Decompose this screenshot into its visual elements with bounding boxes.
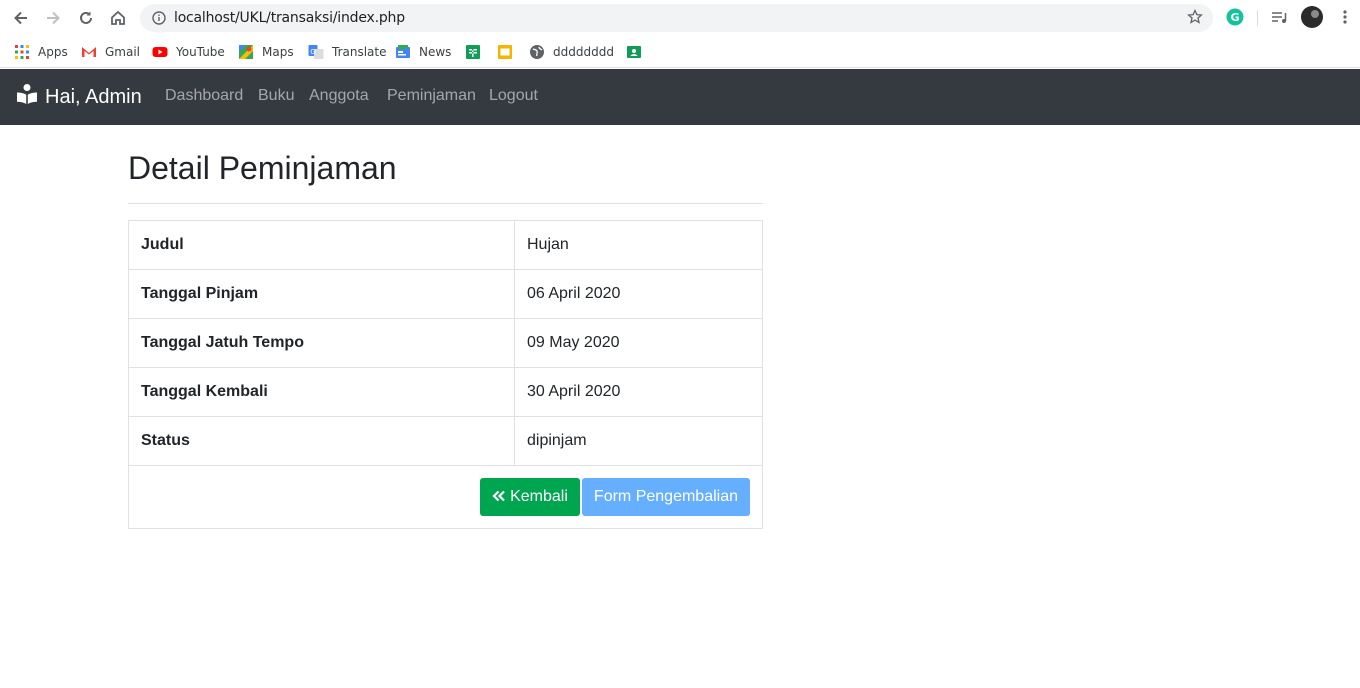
- row-label-tanggal-kembali: Tanggal Kembali: [128, 367, 515, 417]
- actions-cell: Kembali Form Pengembalian: [128, 465, 763, 529]
- row-label-tanggal-jatuh-tempo: Tanggal Jatuh Tempo: [128, 318, 515, 368]
- globe-icon: [530, 45, 544, 59]
- svg-text:G: G: [1230, 11, 1239, 24]
- url-text[interactable]: localhost/UKL/transaksi/index.php: [174, 10, 405, 26]
- info-icon[interactable]: [152, 11, 166, 30]
- table-row: Tanggal Kembali 30 April 2020: [128, 367, 763, 417]
- detail-table: Judul Hujan Tanggal Pinjam 06 April 2020…: [128, 220, 763, 529]
- sheets-icon: [466, 45, 480, 59]
- home-icon[interactable]: [107, 7, 129, 29]
- bookmark-maps[interactable]: Maps: [238, 44, 294, 60]
- app-navbar: Hai, Admin Dashboard Buku Anggota Peminj…: [0, 69, 1360, 125]
- bookmark-news[interactable]: News: [395, 44, 451, 60]
- table-row: Judul Hujan: [128, 220, 763, 270]
- address-bar[interactable]: localhost/UKL/transaksi/index.php: [140, 4, 1213, 32]
- reload-icon[interactable]: [75, 7, 97, 29]
- nav-link-peminjaman[interactable]: Peminjaman: [387, 87, 476, 105]
- slides-icon: [498, 45, 512, 59]
- bookmark-dddddddd[interactable]: dddddddd: [529, 44, 614, 60]
- bookmark-youtube[interactable]: YouTube: [152, 44, 225, 60]
- classroom-icon: [627, 46, 641, 58]
- bookmark-label: Translate: [332, 45, 387, 59]
- translate-icon: G: [308, 45, 324, 59]
- bookmark-apps[interactable]: Apps: [14, 44, 68, 60]
- nav-link-dashboard[interactable]: Dashboard: [165, 87, 243, 105]
- page-title: Detail Peminjaman: [128, 150, 397, 186]
- more-menu-icon[interactable]: [1338, 8, 1352, 31]
- bookmark-classroom[interactable]: [626, 44, 650, 60]
- bookmark-label: YouTube: [176, 45, 225, 59]
- row-label-status: Status: [128, 416, 515, 466]
- maps-icon: [239, 45, 253, 59]
- media-playlist-icon[interactable]: [1270, 8, 1288, 31]
- row-value-tanggal-jatuh-tempo: 09 May 2020: [514, 318, 763, 368]
- browser-toolbar: localhost/UKL/transaksi/index.php G: [0, 0, 1360, 36]
- bookmark-gmail[interactable]: Gmail: [81, 44, 140, 60]
- grammarly-icon[interactable]: G: [1226, 8, 1244, 31]
- bookmark-slides[interactable]: [497, 44, 521, 60]
- nav-link-anggota[interactable]: Anggota: [309, 87, 369, 105]
- bookmark-label: Maps: [262, 45, 294, 59]
- bookmarks-bar: Apps Gmail YouTube Maps G Translate News…: [0, 36, 1360, 68]
- bookmark-star-icon[interactable]: [1187, 8, 1203, 30]
- form-pengembalian-button[interactable]: Form Pengembalian: [581, 478, 750, 516]
- toolbar-divider: [1257, 10, 1258, 26]
- gmail-icon: [82, 47, 96, 57]
- kembali-button[interactable]: Kembali: [480, 478, 580, 516]
- nav-link-buku[interactable]: Buku: [258, 87, 294, 105]
- bookmark-label: News: [419, 45, 452, 59]
- bookmark-label: dddddddd: [553, 45, 614, 59]
- kembali-button-label: Kembali: [510, 488, 568, 505]
- back-arrow-icon[interactable]: [10, 7, 32, 29]
- title-divider: [128, 203, 763, 204]
- apps-grid-icon: [15, 45, 29, 59]
- row-value-status: dipinjam: [514, 416, 763, 466]
- table-row: Tanggal Pinjam 06 April 2020: [128, 269, 763, 319]
- row-label-judul: Judul: [128, 220, 515, 270]
- bookmark-label: Apps: [38, 45, 68, 59]
- row-value-tanggal-kembali: 30 April 2020: [514, 367, 763, 417]
- double-chevron-left-icon: [492, 490, 505, 502]
- svg-text:G: G: [310, 48, 315, 56]
- book-reader-icon: [16, 83, 38, 111]
- row-label-tanggal-pinjam: Tanggal Pinjam: [128, 269, 515, 319]
- bookmark-translate[interactable]: G Translate: [308, 44, 387, 60]
- table-row-actions: Kembali Form Pengembalian: [128, 465, 763, 529]
- brand-text: Hai, Admin: [45, 85, 142, 108]
- row-value-judul: Hujan: [514, 220, 763, 270]
- nav-link-logout[interactable]: Logout: [489, 87, 538, 105]
- bookmark-label: Gmail: [105, 45, 141, 59]
- forward-arrow-icon[interactable]: [42, 7, 64, 29]
- youtube-icon: [152, 47, 168, 57]
- profile-avatar[interactable]: [1301, 6, 1323, 33]
- table-row: Status dipinjam: [128, 416, 763, 466]
- row-value-tanggal-pinjam: 06 April 2020: [514, 269, 763, 319]
- table-row: Tanggal Jatuh Tempo 09 May 2020: [128, 318, 763, 368]
- navbar-brand[interactable]: Hai, Admin: [16, 83, 142, 111]
- news-icon: [396, 45, 410, 58]
- bookmark-sheets[interactable]: [465, 44, 489, 60]
